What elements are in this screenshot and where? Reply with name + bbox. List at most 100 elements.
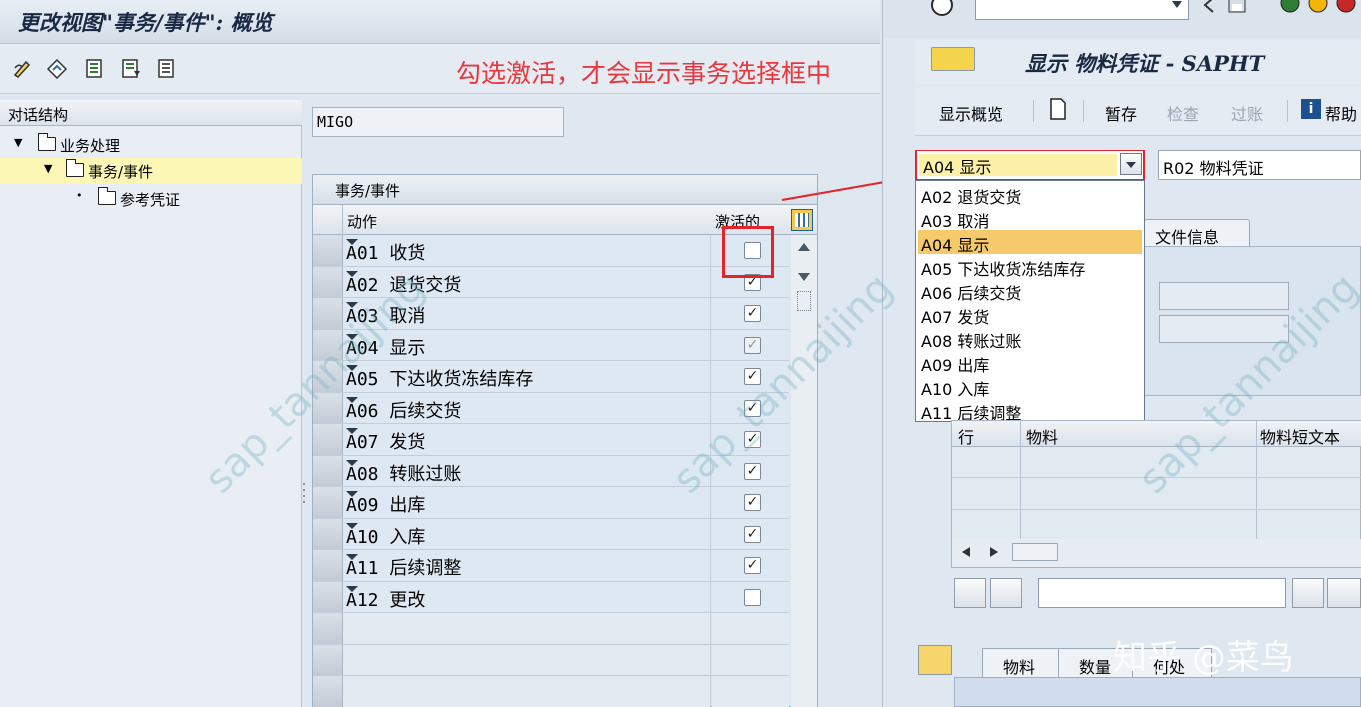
find-next-icon[interactable]: [1327, 578, 1361, 608]
dropdown-option[interactable]: A03 取消: [918, 206, 1142, 231]
chevron-down-icon[interactable]: [346, 459, 358, 466]
scroll-thumb[interactable]: [1012, 543, 1058, 561]
active-checkbox[interactable]: ✓: [744, 525, 761, 543]
tab-file-info[interactable]: 文件信息: [1144, 219, 1250, 247]
active-checkbox[interactable]: ✓: [744, 557, 761, 574]
scroll-left-icon[interactable]: [962, 547, 970, 557]
back-green-icon[interactable]: [1279, 0, 1301, 14]
action-cell[interactable]: A06 后续交货: [343, 392, 711, 423]
dropdown-option[interactable]: A10 入库: [918, 374, 1142, 399]
table-row[interactable]: A09 出库 ✓: [313, 487, 789, 519]
active-checkbox[interactable]: ✓: [744, 368, 761, 385]
row-selector[interactable]: [313, 329, 343, 360]
chevron-down-icon[interactable]: [346, 428, 358, 434]
action-cell[interactable]: A05 下达收货冻结库存: [343, 361, 711, 392]
find-icon[interactable]: [1292, 578, 1324, 608]
save-icon[interactable]: [1227, 0, 1247, 14]
table-row[interactable]: A12 更改: [313, 581, 789, 613]
table-row[interactable]: [313, 613, 789, 645]
dropdown-option[interactable]: A08 转账过账: [918, 326, 1142, 351]
chevron-down-icon[interactable]: [346, 270, 358, 277]
row-selector[interactable]: [313, 266, 343, 297]
chevron-down-icon[interactable]: [346, 333, 358, 340]
dropdown-option[interactable]: A04 显示: [918, 230, 1142, 255]
row-selector[interactable]: [313, 676, 343, 707]
chevron-down-icon[interactable]: [346, 239, 358, 245]
dropdown-option[interactable]: A05 下达收货冻结库存: [918, 254, 1142, 279]
dropdown-option[interactable]: A09 出库: [918, 350, 1142, 375]
edit-pencil-icon[interactable]: [12, 57, 34, 79]
row-selector[interactable]: [313, 613, 343, 644]
select-all-rows-button[interactable]: [313, 205, 343, 235]
check-button[interactable]: 检查: [1167, 101, 1199, 125]
command-field[interactable]: [975, 0, 1189, 20]
table-row[interactable]: A10 入库 ✓: [313, 518, 789, 550]
table-row[interactable]: A02 退货交货 ✓: [313, 266, 789, 298]
action-cell[interactable]: A10 入库: [343, 518, 711, 549]
dropdown-option[interactable]: A07 发货: [918, 302, 1142, 327]
table-row[interactable]: A11 后续调整 ✓: [313, 550, 789, 582]
select-block-icon[interactable]: [120, 57, 142, 79]
display-change-icon[interactable]: [46, 57, 68, 79]
action-cell[interactable]: A02 退货交货: [343, 266, 711, 297]
active-checkbox[interactable]: ✓: [744, 462, 761, 480]
table-row[interactable]: [313, 644, 789, 676]
chevron-down-icon[interactable]: [346, 365, 358, 371]
action-dropdown-list[interactable]: A02 退货交货 A03 取消 A04 显示 A05 下达收货冻结库存 A06 后续交货…: [915, 180, 1145, 423]
action-combobox-value[interactable]: A04 显示: [919, 154, 1117, 177]
row-selector[interactable]: [313, 518, 343, 549]
table-vertical-scrollbar[interactable]: [791, 235, 817, 707]
action-cell[interactable]: A09 出库: [343, 487, 711, 518]
action-cell[interactable]: A08 转账过账: [343, 455, 711, 486]
chevron-down-icon[interactable]: [346, 491, 358, 497]
grid-col-short-text[interactable]: 物料短文本: [1260, 424, 1340, 448]
row-selector[interactable]: [313, 550, 343, 581]
action-cell[interactable]: A12 更改: [343, 581, 711, 612]
print-icon[interactable]: [954, 578, 986, 608]
info-icon[interactable]: i: [1301, 99, 1321, 119]
header-input-2[interactable]: [1159, 315, 1289, 343]
row-selector[interactable]: [313, 298, 343, 329]
column-header-action[interactable]: 动作: [347, 211, 377, 232]
table-row[interactable]: A08 转账过账 ✓: [313, 455, 789, 487]
table-row[interactable]: A06 后续交货 ✓: [313, 392, 789, 424]
row-selector[interactable]: [313, 581, 343, 612]
action-cell[interactable]: A03 取消: [343, 298, 711, 329]
action-combobox[interactable]: A04 显示: [915, 150, 1145, 181]
chevron-down-icon[interactable]: [346, 554, 358, 560]
expand-triangle-icon[interactable]: ▼: [14, 136, 22, 149]
table-row[interactable]: A07 发货 ✓: [313, 424, 789, 456]
splitter-handle[interactable]: [302, 480, 306, 510]
chevron-down-icon[interactable]: [346, 585, 358, 592]
dropdown-option[interactable]: A02 退货交货: [918, 182, 1142, 207]
row-selector[interactable]: [313, 455, 343, 486]
header-input-1[interactable]: [1159, 282, 1289, 310]
chevron-down-icon[interactable]: [346, 396, 358, 403]
grid-col-line[interactable]: 行: [958, 424, 974, 448]
action-cell[interactable]: A04 显示: [343, 329, 711, 360]
grid-search-input[interactable]: [1038, 578, 1286, 608]
tree-node-business-process[interactable]: ▼ 业务处理: [0, 132, 302, 158]
tab-material[interactable]: 物料: [982, 648, 1062, 678]
active-checkbox[interactable]: ✓: [744, 431, 761, 448]
exit-yellow-icon[interactable]: [1307, 0, 1329, 14]
action-cell[interactable]: A07 发货: [343, 424, 711, 455]
cancel-red-icon[interactable]: [1335, 0, 1357, 14]
row-selector[interactable]: [313, 392, 343, 423]
active-checkbox[interactable]: ✓: [744, 399, 761, 417]
transaction-icon[interactable]: [931, 47, 975, 71]
help-button[interactable]: 帮助: [1325, 101, 1357, 125]
table-row[interactable]: A01 收货: [313, 235, 789, 267]
post-button[interactable]: 过账: [1231, 101, 1263, 125]
command-dropdown-icon[interactable]: [1172, 1, 1182, 8]
row-selector[interactable]: [313, 424, 343, 455]
scroll-right-icon[interactable]: [990, 547, 998, 557]
chevron-down-icon[interactable]: [346, 302, 358, 308]
table-row[interactable]: A05 下达收货冻结库存 ✓: [313, 361, 789, 393]
reference-document-combobox[interactable]: R02 物料凭证: [1158, 150, 1361, 180]
active-checkbox[interactable]: ✓: [744, 494, 761, 511]
table-row[interactable]: [313, 676, 789, 707]
active-checkbox[interactable]: ✓: [744, 336, 761, 354]
expand-triangle-icon[interactable]: ▼: [44, 162, 52, 175]
row-selector[interactable]: [313, 644, 343, 675]
